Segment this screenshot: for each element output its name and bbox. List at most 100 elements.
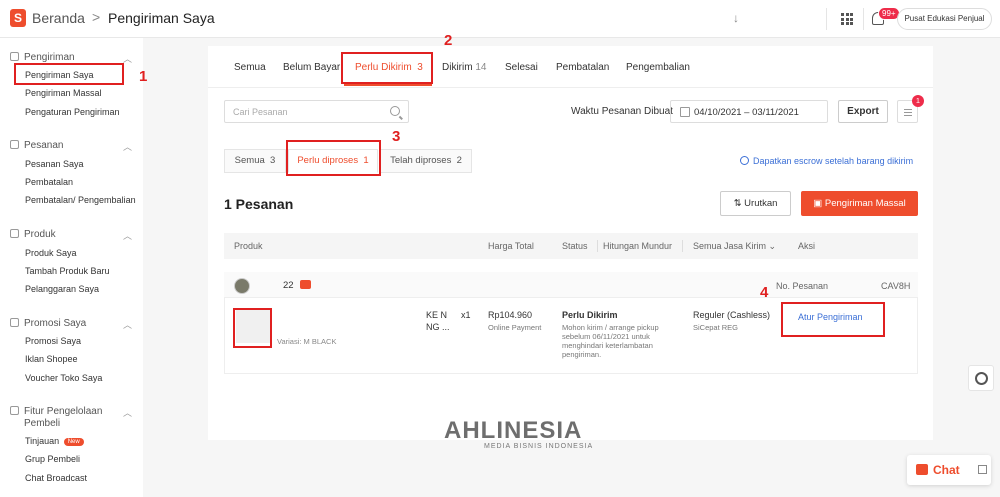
order-number-label: No. Pesanan [776, 281, 829, 291]
breadcrumb-home[interactable]: Beranda [32, 10, 85, 26]
top-bar: S Beranda > Pengiriman Saya ↓ 99+ Pusat … [0, 0, 1000, 38]
apps-grid-icon[interactable] [841, 13, 853, 25]
payment-method: Online Payment [488, 323, 542, 332]
annotation-box-2 [341, 52, 433, 84]
product-name-fragment: KE N [426, 310, 448, 320]
refresh-icon [740, 156, 749, 165]
status-note: Mohon kirim / arrange pickup sebelum 06/… [562, 323, 659, 359]
column-header-action: Aksi [798, 241, 816, 251]
truck-icon [10, 52, 19, 61]
annotation-box-4 [781, 302, 885, 337]
divider [826, 8, 827, 30]
column-header-total: Harga Total [488, 241, 534, 251]
subtab-processed[interactable]: Telah diproses 2 [380, 149, 472, 173]
shopee-logo-icon[interactable]: S [10, 9, 26, 27]
annotation-box-thumbnail [233, 308, 272, 348]
tab-all[interactable]: Semua [234, 62, 266, 73]
expand-icon[interactable] [978, 465, 987, 474]
sidebar-section-buyer-features[interactable]: Fitur Pengelolaan [10, 406, 102, 417]
tab-shipped[interactable]: Dikirim 14 [442, 62, 486, 73]
product-variation: Variasi: M BLACK [277, 337, 337, 346]
download-arrow-icon: ↓ [733, 11, 739, 25]
sidebar-item-returns[interactable]: Pembatalan/ Pengembalian [25, 195, 136, 205]
chevron-up-icon[interactable]: ︿ [123, 140, 132, 153]
search-input[interactable]: Cari Pesanan [224, 100, 409, 123]
annotation-number-1: 1 [139, 68, 148, 85]
column-header-product: Produk [234, 241, 263, 251]
annotation-number-4: 4 [760, 284, 769, 301]
sidebar-item-add-product[interactable]: Tambah Produk Baru [25, 266, 110, 276]
chevron-up-icon[interactable]: ︿ [123, 229, 132, 242]
courier-service: SiCepat REG [693, 323, 739, 332]
new-badge: New [63, 438, 84, 446]
divider [597, 240, 598, 252]
date-filter-label: Waktu Pesanan Dibuat [571, 106, 673, 117]
seller-education-button[interactable]: Pusat Edukasi Penjual [897, 8, 992, 30]
watermark-brand: AHLINESIA [444, 417, 583, 444]
sidebar-item-shopee-ads[interactable]: Iklan Shopee [25, 354, 78, 364]
tab-unpaid[interactable]: Belum Bayar [283, 62, 340, 73]
export-history-badge: 1 [912, 95, 924, 107]
sidebar-item-violations[interactable]: Pelanggaran Saya [25, 284, 99, 294]
column-header-status: Status [562, 241, 588, 251]
sidebar-section-shipping[interactable]: Pengiriman [10, 52, 75, 63]
buyer-name[interactable]: 22 [283, 280, 294, 291]
order-number-value[interactable]: CAV8H [881, 281, 910, 291]
courier-name: Reguler (Cashless) [693, 310, 771, 320]
courier-filter-dropdown[interactable]: Semua Jasa Kirim ⌄ [693, 241, 776, 252]
customer-service-button[interactable] [968, 365, 994, 391]
tag-icon [10, 318, 19, 327]
chevron-up-icon[interactable]: ︿ [123, 318, 132, 331]
date-range-value: 04/10/2021 – 03/11/2021 [694, 107, 799, 118]
sidebar-item-shop-vouchers[interactable]: Voucher Toko Saya [25, 373, 102, 383]
sidebar-item-shipping-settings[interactable]: Pengaturan Pengiriman [25, 107, 120, 117]
search-placeholder: Cari Pesanan [233, 107, 288, 117]
sidebar-item-my-orders[interactable]: Pesanan Saya [25, 159, 84, 169]
chevron-up-icon[interactable]: ︿ [123, 52, 132, 65]
sidebar-section-promotions[interactable]: Promosi Saya [10, 318, 86, 329]
date-range-picker[interactable]: 04/10/2021 – 03/11/2021 [670, 100, 828, 123]
chat-label: Chat [933, 463, 960, 477]
clipboard-icon [10, 140, 19, 149]
sidebar-section-products[interactable]: Produk [10, 229, 56, 240]
active-tab-indicator [344, 84, 432, 86]
divider [682, 240, 683, 252]
order-total-price: Rp104.960 [488, 310, 533, 320]
tab-returns[interactable]: Pengembalian [626, 62, 690, 73]
escrow-info-link[interactable]: Dapatkan escrow setelah barang dikirim [740, 156, 913, 166]
sidebar-item-cancellations[interactable]: Pembatalan [25, 177, 73, 187]
buyer-avatar[interactable] [234, 278, 250, 294]
chat-widget-button[interactable]: Chat [907, 455, 991, 485]
tab-completed[interactable]: Selesai [505, 62, 538, 73]
breadcrumb-separator: > [92, 9, 101, 25]
annotation-number-2: 2 [444, 32, 453, 49]
calendar-icon [680, 107, 690, 117]
box-icon [10, 229, 19, 238]
tab-cancelled[interactable]: Pembatalan [556, 62, 609, 73]
headset-icon [975, 372, 988, 385]
breadcrumb-current: Pengiriman Saya [108, 10, 215, 26]
sidebar-item-my-products[interactable]: Produk Saya [25, 248, 77, 258]
export-button[interactable]: Export [838, 100, 888, 123]
mass-shipping-button[interactable]: ▣ Pengiriman Massal [801, 191, 918, 216]
sidebar-item-buyer-groups[interactable]: Grup Pembeli [25, 454, 80, 464]
annotation-box-3 [286, 140, 381, 176]
divider [863, 8, 864, 30]
order-status: Perlu Dikirim [562, 310, 618, 320]
watermark-tagline: MEDIA BISNIS INDONESIA [484, 443, 594, 450]
sidebar-section-orders[interactable]: Pesanan [10, 140, 63, 151]
sort-icon: ⇅ [733, 198, 745, 209]
sort-button[interactable]: ⇅ Urutkan [720, 191, 791, 216]
sidebar-item-my-promotions[interactable]: Promosi Saya [25, 336, 81, 346]
chevron-up-icon[interactable]: ︿ [123, 406, 132, 419]
subtab-all[interactable]: Semua 3 [224, 149, 286, 173]
shipping-doc-icon: ▣ [813, 198, 825, 209]
sidebar-item-chat-broadcast[interactable]: Chat Broadcast [25, 473, 87, 483]
search-icon[interactable] [390, 106, 400, 116]
annotation-box-1 [14, 63, 124, 85]
chat-buyer-icon[interactable] [300, 280, 311, 289]
annotation-number-3: 3 [392, 128, 401, 145]
sidebar-item-overview[interactable]: Tinjauan New [25, 436, 84, 446]
sidebar-item-mass-shipping[interactable]: Pengiriman Massal [25, 88, 102, 98]
users-icon [10, 406, 19, 415]
